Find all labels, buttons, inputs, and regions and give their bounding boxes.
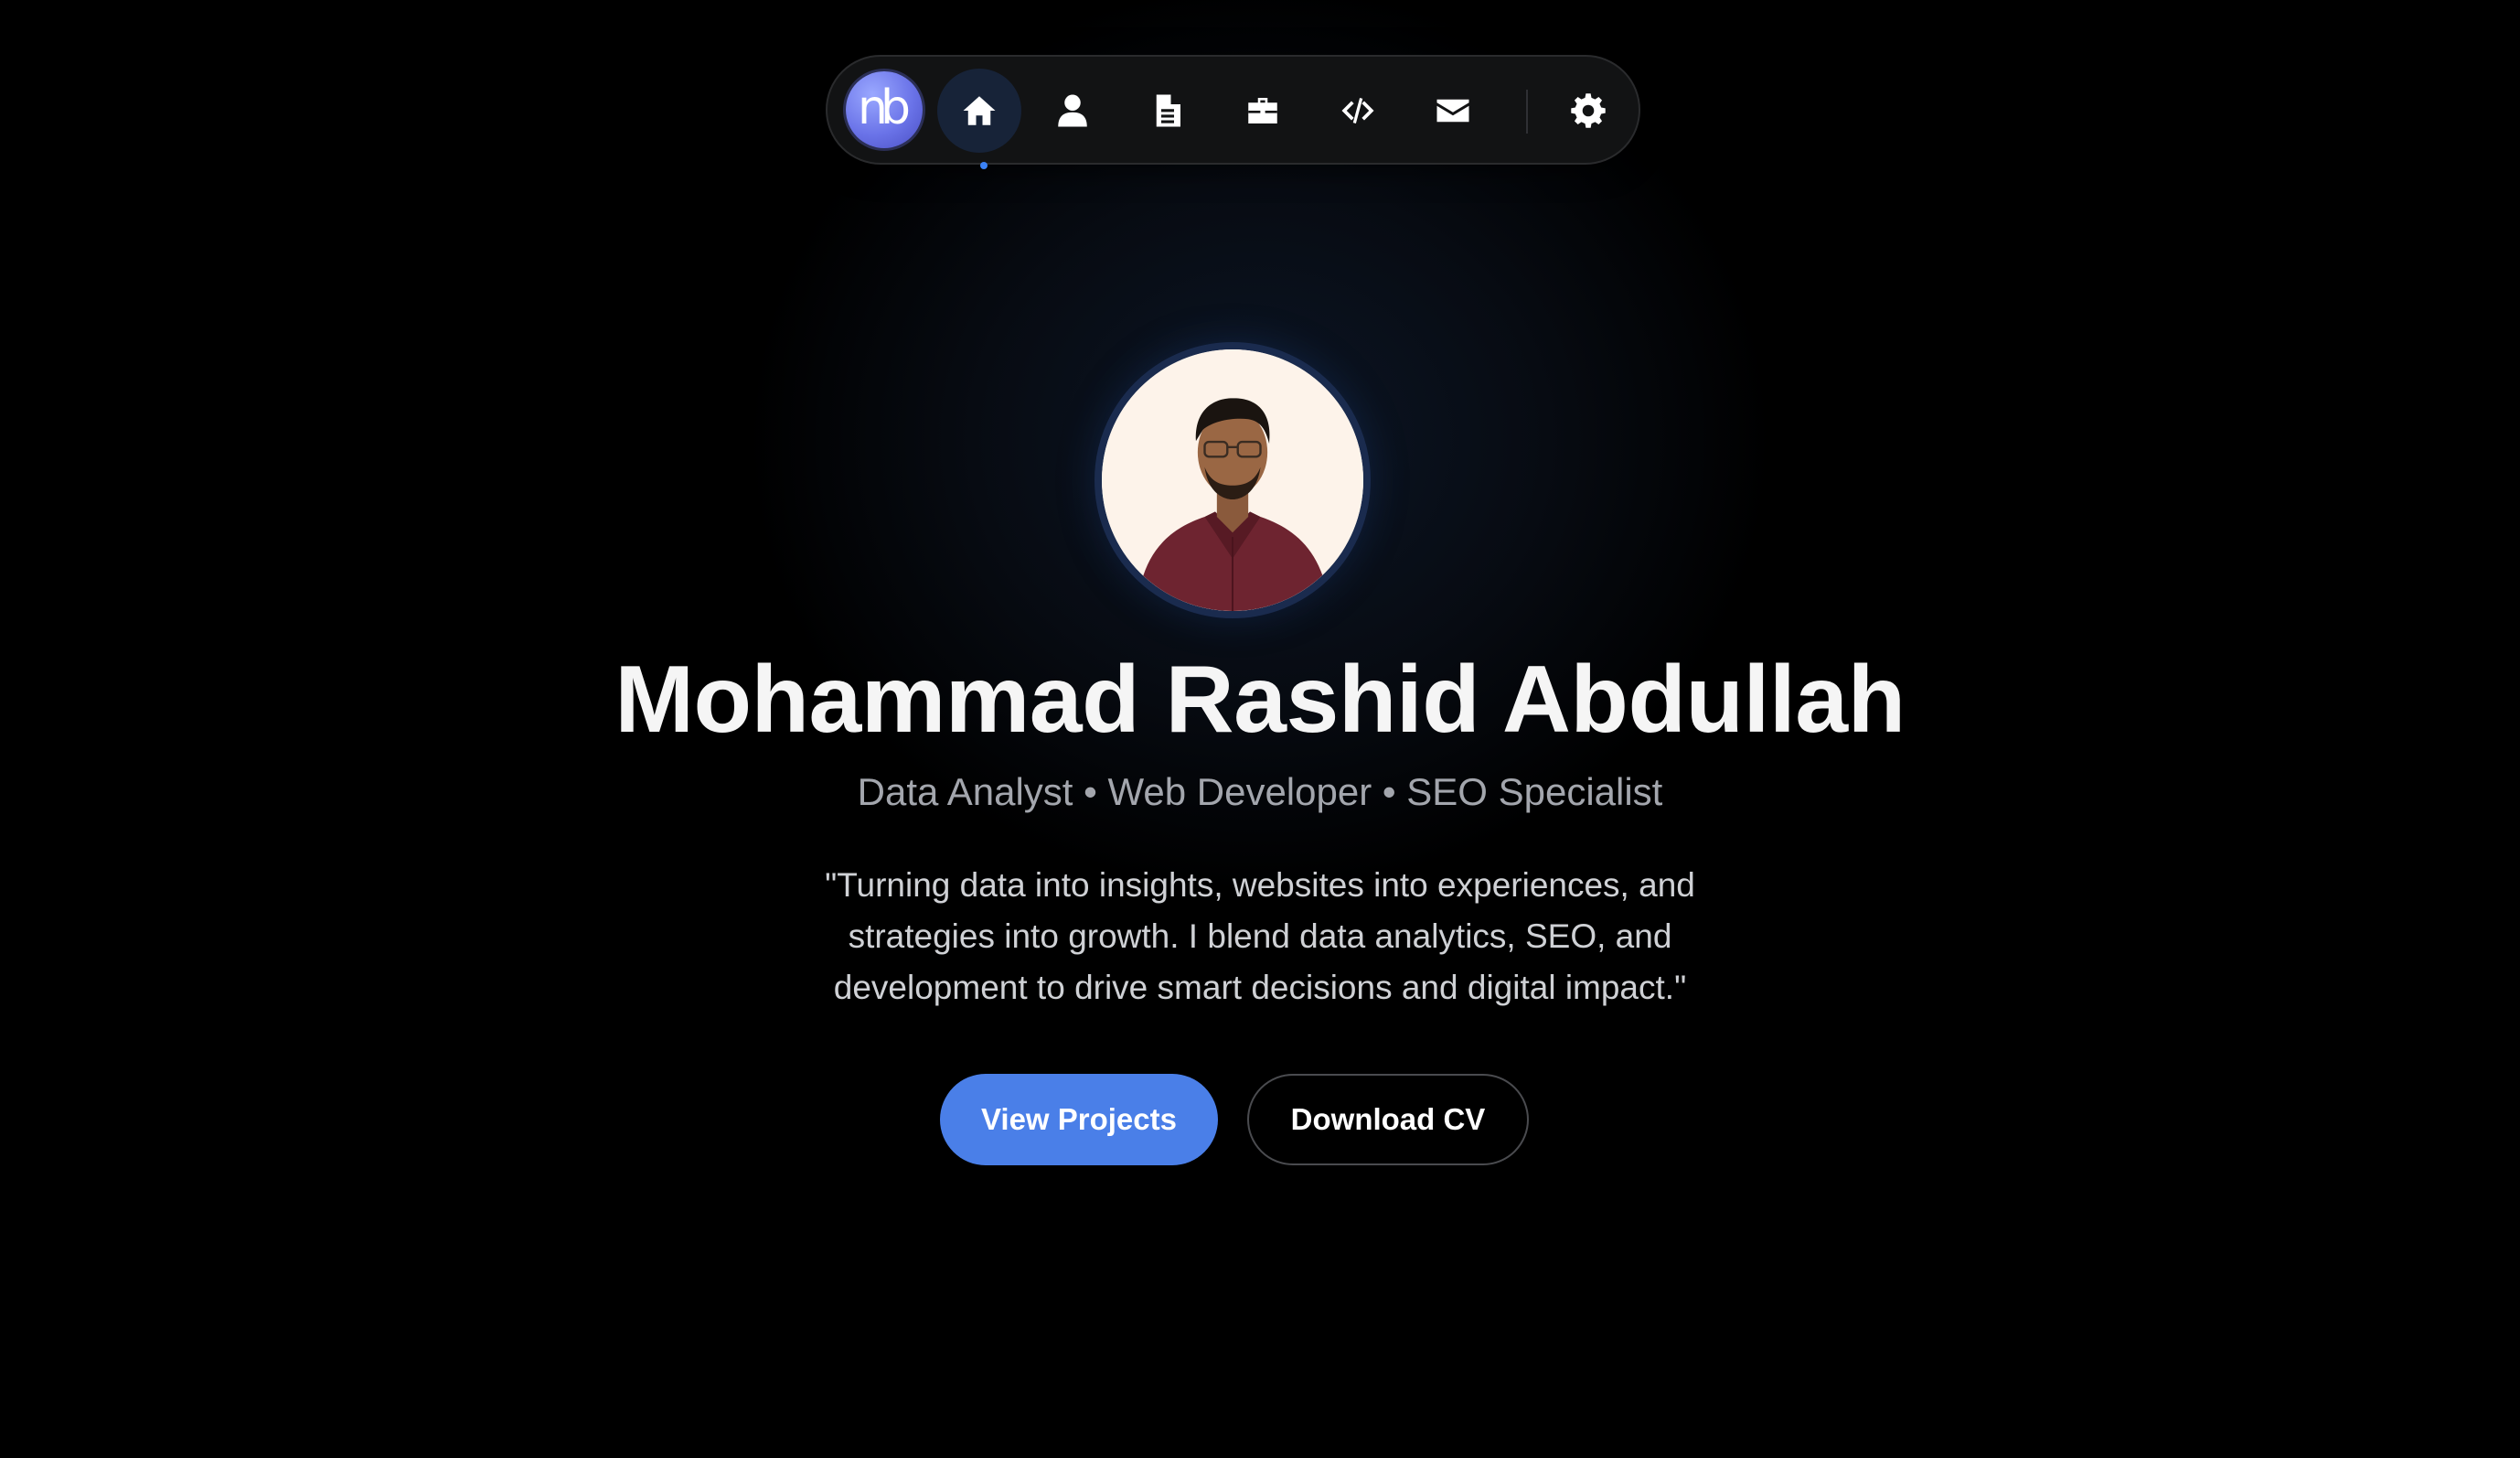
- nav-projects[interactable]: [1316, 69, 1400, 153]
- top-nav: nb: [826, 55, 1640, 165]
- nav-experience[interactable]: [1221, 69, 1305, 153]
- logo-text: nb: [858, 80, 911, 135]
- page: nb Mohammad Rashid Abdullah Data Analyst…: [0, 0, 2520, 1458]
- code-icon: [1341, 98, 1374, 123]
- hero-quote: "Turning data into insights, websites in…: [825, 866, 1695, 1006]
- profile-photo: [1102, 349, 1363, 611]
- envelope-icon: [1436, 99, 1469, 123]
- user-icon: [1058, 94, 1087, 127]
- document-icon: [1156, 94, 1180, 127]
- nav-theme-toggle[interactable]: [1546, 69, 1630, 153]
- avatar: [1094, 342, 1371, 618]
- nav-home[interactable]: [937, 69, 1021, 153]
- hero-name: Mohammad Rashid Abdullah: [614, 647, 1906, 753]
- hero-tagline: Data Analyst • Web Developer • SEO Speci…: [857, 770, 1663, 813]
- active-indicator: [980, 162, 988, 169]
- briefcase-icon: [1248, 98, 1277, 123]
- home-icon: [963, 96, 996, 125]
- nav-contact[interactable]: [1411, 69, 1495, 153]
- logo[interactable]: nb: [846, 71, 923, 148]
- view-projects-button[interactable]: View Projects: [940, 1074, 1218, 1165]
- nav-divider: [1526, 90, 1528, 134]
- nav-about[interactable]: [1030, 69, 1115, 153]
- download-cv-button[interactable]: Download CV: [1247, 1074, 1529, 1165]
- gear-icon: [1571, 93, 1606, 128]
- nav-resume[interactable]: [1126, 69, 1210, 153]
